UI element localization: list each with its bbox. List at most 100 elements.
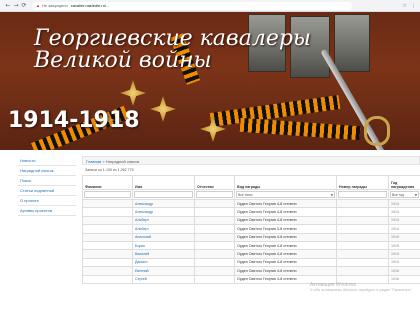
star-icon[interactable]: ☆ xyxy=(403,0,407,12)
site-title: Георгиевские кавалеры Великой войны xyxy=(34,26,311,73)
cell-patronymic xyxy=(194,215,235,226)
cell-name[interactable]: Даниил xyxy=(132,257,195,268)
filter-row: Все типы ▼ Все год ▼ xyxy=(82,189,420,200)
warning-icon: ▲ xyxy=(36,3,40,8)
name-filter-input[interactable] xyxy=(134,191,193,198)
medal-icon xyxy=(150,96,176,122)
cell-patronymic xyxy=(194,224,235,234)
cell-number xyxy=(336,207,389,217)
cell-award: Орден Святого Георгия 4-й степени xyxy=(234,198,337,209)
cell-name[interactable]: Анатолий xyxy=(132,232,195,242)
cell-name[interactable]: Александр xyxy=(132,198,195,209)
cell-number xyxy=(336,224,389,234)
table-row[interactable]: Альберт Орден Святого Георгия 4-й степени… xyxy=(82,215,420,226)
column-header-patronymic[interactable]: Отчество xyxy=(194,175,235,190)
table-row[interactable]: Даниил Орден Святого Георгия 4-й степени 1… xyxy=(82,257,420,268)
portrait-photo xyxy=(334,14,370,72)
cell-name[interactable]: Александр xyxy=(132,207,195,217)
cell-year: 1914 xyxy=(388,198,420,209)
cell-name[interactable]: Альберт xyxy=(132,224,195,234)
year-filter-select[interactable]: Все год ▼ xyxy=(390,191,419,198)
cell-patronymic xyxy=(194,274,235,284)
table-header-row: Фамилия Имя Отчество Вид награды Номер н… xyxy=(82,175,420,190)
cell-name[interactable]: Сергей xyxy=(132,274,195,284)
cell-award: Орден Святого Георгия 4-й степени xyxy=(234,249,337,259)
records-info: Записи со 1-100 из 1,262 775 xyxy=(85,168,134,172)
breadcrumb-separator: » xyxy=(102,159,105,164)
cell-name[interactable]: Евгений xyxy=(132,266,195,276)
table-row[interactable]: Борис Орден Святого Георгия 4-й степени 19… xyxy=(82,240,420,251)
column-header-number[interactable]: Номер награды xyxy=(336,175,389,190)
cell-award: Орден Святого Георгия 4-й степени xyxy=(234,215,337,226)
cell-year: 1914 xyxy=(388,249,420,259)
sidebar-item-search[interactable]: Поиск xyxy=(18,176,76,186)
number-filter-input[interactable] xyxy=(338,191,387,198)
back-arrow-icon[interactable]: ← xyxy=(4,0,12,12)
cell-surname xyxy=(82,266,133,276)
forward-arrow-icon[interactable]: → xyxy=(12,0,20,12)
cell-year: 1914 xyxy=(388,207,420,217)
cell-surname xyxy=(82,274,133,284)
cell-name[interactable]: Альберт xyxy=(132,215,195,226)
reload-icon[interactable]: ⟳ xyxy=(20,0,28,12)
table-row[interactable]: Александр Орден Святого Георгия 4-й степе… xyxy=(82,198,420,209)
cell-surname xyxy=(82,257,133,268)
windows-activation-watermark: Активация Windows Чтобы активировать Win… xyxy=(310,282,413,292)
cell-year: 1914 xyxy=(388,257,420,268)
cell-patronymic xyxy=(194,249,235,259)
surname-filter-input[interactable] xyxy=(84,191,131,198)
cell-name[interactable]: Василий xyxy=(132,249,195,259)
address-bar[interactable]: ▲ Не защищено cavalier.nasledie.ru/... xyxy=(32,1,352,10)
st-george-ribbon xyxy=(239,117,361,141)
cell-surname xyxy=(82,240,133,251)
chevron-down-icon: ▼ xyxy=(414,193,417,197)
column-header-name[interactable]: Имя xyxy=(132,175,195,190)
cell-number xyxy=(336,257,389,268)
cell-patronymic xyxy=(194,240,235,251)
column-header-surname[interactable]: Фамилия xyxy=(82,175,133,190)
cell-number xyxy=(336,198,389,209)
sidebar-item-news[interactable]: Новости xyxy=(18,156,76,166)
url-text: cavalier.nasledie.ru/... xyxy=(70,3,110,8)
cell-surname xyxy=(82,215,133,226)
cell-patronymic xyxy=(194,257,235,268)
cell-number xyxy=(336,215,389,226)
column-header-award[interactable]: Вид награды xyxy=(234,175,337,190)
breadcrumb-home[interactable]: Главная xyxy=(86,159,101,164)
cell-number xyxy=(336,232,389,242)
cell-number xyxy=(336,249,389,259)
cell-award: Орден Святого Георгия 4-й степени xyxy=(234,266,337,276)
sidebar-item-about[interactable]: О проекте xyxy=(18,196,76,206)
patronymic-filter-input[interactable] xyxy=(196,191,233,198)
cell-patronymic xyxy=(194,266,235,276)
table-row[interactable]: Василий Орден Святого Георгия 4-й степени… xyxy=(82,249,420,259)
sidebar-nav: Новости Наградной список Поиск Статьи по… xyxy=(18,156,76,216)
sidebar-item-archives[interactable]: Архивы проектов xyxy=(18,206,76,216)
cell-name[interactable]: Борис xyxy=(132,240,195,251)
cell-award: Орден Святого Георгия 4-й степени xyxy=(234,207,337,217)
sidebar-item-articles[interactable]: Статьи подлинной xyxy=(18,186,76,196)
table-row[interactable]: Евгений Орден Святого Георгия 4-й степени… xyxy=(82,266,420,276)
awards-table: Фамилия Имя Отчество Вид награды Номер н… xyxy=(82,175,420,284)
award-filter-select[interactable]: Все типы ▼ xyxy=(236,191,335,198)
cell-number xyxy=(336,240,389,251)
column-header-year[interactable]: Год награждения xyxy=(388,175,420,190)
cell-patronymic xyxy=(194,198,235,209)
table-row[interactable]: Альберт Орден Святого Георгия 3-й степени… xyxy=(82,224,420,234)
cell-award: Орден Святого Георгия 4-й степени xyxy=(234,232,337,242)
menu-icon[interactable]: ⋮ xyxy=(411,0,416,12)
cell-surname xyxy=(82,207,133,217)
medal-icon xyxy=(120,80,146,106)
table-row[interactable]: Анатолий Орден Святого Георгия 4-й степен… xyxy=(82,232,420,242)
breadcrumb-current: Наградной список xyxy=(105,159,140,164)
cell-surname xyxy=(82,224,133,234)
site-banner: Георгиевские кавалеры Великой войны 1914… xyxy=(0,12,420,150)
browser-toolbar: ← → ⟳ ▲ Не защищено cavalier.nasledie.ru… xyxy=(0,0,420,12)
cell-year: 1915 xyxy=(388,232,420,242)
cell-year: 1916 xyxy=(388,266,420,276)
cell-patronymic xyxy=(194,232,235,242)
table-row[interactable]: Александр Орден Святого Георгия 4-й степе… xyxy=(82,207,420,217)
security-label: Не защищено xyxy=(41,3,68,8)
cell-award: Орден Святого Георгия 3-й степени xyxy=(234,224,337,234)
sidebar-item-award-list[interactable]: Наградной список xyxy=(18,166,76,176)
